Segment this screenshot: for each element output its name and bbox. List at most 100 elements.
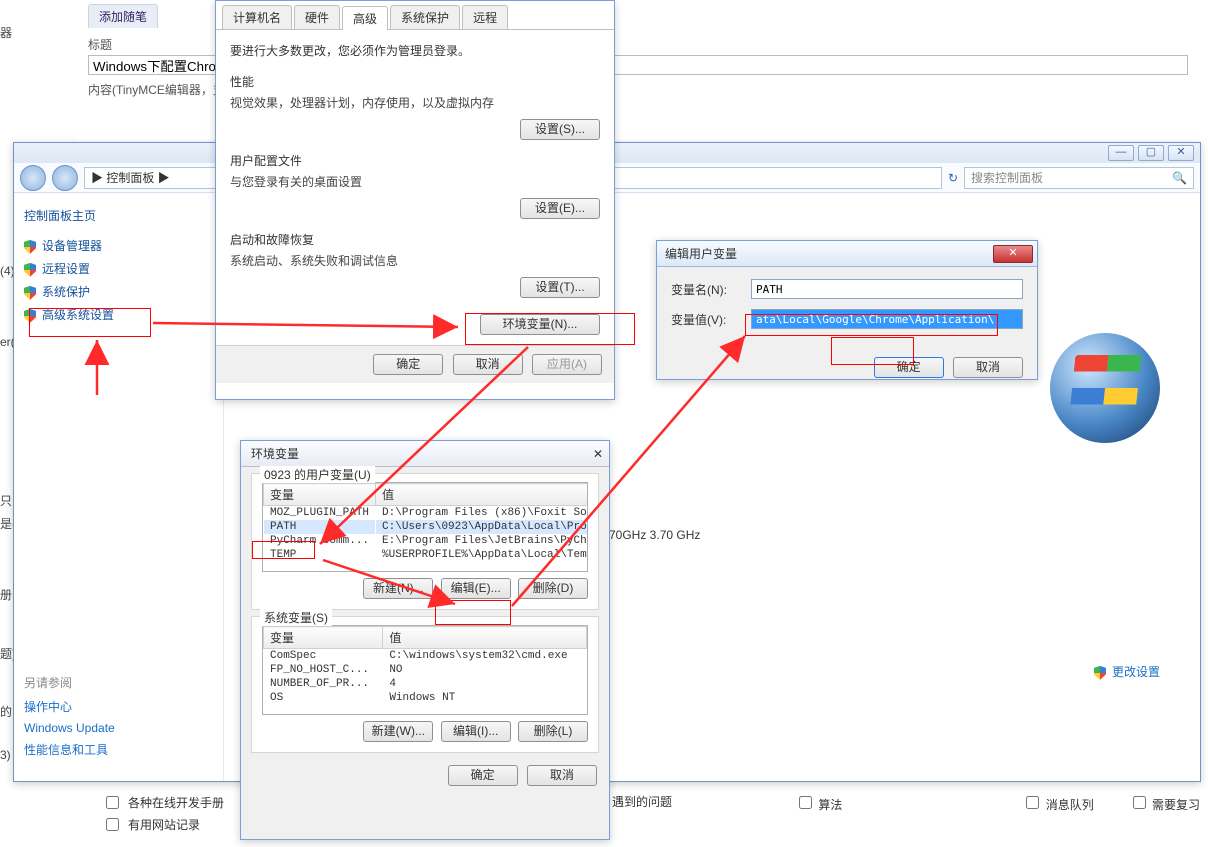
ok-button[interactable]: 确定 xyxy=(448,765,518,786)
edit-sys-var-button[interactable]: 编辑(I)... xyxy=(441,721,511,742)
startup-title: 启动和故障恢复 xyxy=(230,231,600,248)
minimize-button[interactable]: — xyxy=(1108,145,1134,161)
new-user-var-button[interactable]: 新建(N)... xyxy=(363,578,433,599)
close-button[interactable]: ✕ xyxy=(993,245,1033,263)
change-settings-link[interactable]: 更改设置 xyxy=(1094,663,1160,680)
startup-desc: 系统启动、系统失败和调试信息 xyxy=(230,252,600,269)
checkbox[interactable] xyxy=(799,796,812,809)
apply-button[interactable]: 应用(A) xyxy=(532,354,602,375)
back-button[interactable] xyxy=(20,165,46,191)
sidebar-advanced-system-settings[interactable]: 高级系统设置 xyxy=(24,303,213,326)
sidebar-remote-settings[interactable]: 远程设置 xyxy=(24,257,213,280)
edge-text: 只 xyxy=(0,492,12,509)
sec-link-action-center[interactable]: 操作中心 xyxy=(24,695,204,718)
tab-remote[interactable]: 远程 xyxy=(462,5,508,29)
profiles-title: 用户配置文件 xyxy=(230,152,600,169)
delete-sys-var-button[interactable]: 删除(L) xyxy=(518,721,588,742)
var-name-input[interactable] xyxy=(751,279,1023,299)
tab-advanced[interactable]: 高级 xyxy=(342,6,388,30)
cpu-ghz-text: 70GHz 3.70 GHz xyxy=(609,528,700,542)
checkbox-label: 各种在线开发手册 xyxy=(128,794,224,811)
perf-title: 性能 xyxy=(230,73,600,90)
checkbox[interactable] xyxy=(106,818,119,831)
edge-text: 册 xyxy=(0,586,12,603)
shield-icon xyxy=(24,240,36,254)
environment-variables-dialog: 环境变量 ✕ 0923 的用户变量(U) 变量值 MOZ_PLUGIN_PATH… xyxy=(240,440,610,840)
cancel-button[interactable]: 取消 xyxy=(527,765,597,786)
footer-link[interactable]: 消息队列 xyxy=(1022,793,1093,813)
maximize-button[interactable]: ▢ xyxy=(1138,145,1164,161)
tab-computer-name[interactable]: 计算机名 xyxy=(222,5,292,29)
breadcrumb: ▶ 控制面板 ▶ xyxy=(91,169,170,186)
perf-settings-button[interactable]: 设置(S)... xyxy=(520,119,600,140)
edge-text: 3) xyxy=(0,748,11,762)
sidebar: 控制面板主页 设备管理器 远程设置 系统保护 高级系统设置 另请参阅 操作中心 … xyxy=(14,193,224,781)
shield-icon xyxy=(24,263,36,277)
col-var[interactable]: 变量 xyxy=(264,484,376,506)
cancel-button[interactable]: 取消 xyxy=(453,354,523,375)
table-row[interactable]: PATHC:\Users\0923\AppData\Local\Pro... xyxy=(264,520,589,534)
user-vars-list[interactable]: 变量值 MOZ_PLUGIN_PATHD:\Program Files (x86… xyxy=(262,482,588,572)
col-val[interactable]: 值 xyxy=(376,484,588,506)
table-row[interactable]: MOZ_PLUGIN_PATHD:\Program Files (x86)\Fo… xyxy=(264,506,589,521)
profiles-desc: 与您登录有关的桌面设置 xyxy=(230,173,600,190)
cancel-button[interactable]: 取消 xyxy=(953,357,1023,378)
edit-user-variable-dialog: 编辑用户变量 ✕ 变量名(N): 变量值(V): 确定 取消 xyxy=(656,240,1038,380)
table-row[interactable]: NUMBER_OF_PR...4 xyxy=(264,677,587,691)
tabstrip: 计算机名 硬件 高级 系统保护 远程 xyxy=(216,1,614,30)
checkbox-label: 有用网站记录 xyxy=(128,816,200,833)
admin-note: 要进行大多数更改，您必须作为管理员登录。 xyxy=(216,34,614,67)
footer-link[interactable]: 需要复习 xyxy=(1129,793,1200,813)
table-row[interactable]: FP_NO_HOST_C...NO xyxy=(264,663,587,677)
tab-hardware[interactable]: 硬件 xyxy=(294,5,340,29)
perf-desc: 视觉效果，处理器计划，内存使用，以及虚拟内存 xyxy=(230,94,600,111)
tab-system-protection[interactable]: 系统保护 xyxy=(390,5,460,29)
close-button[interactable]: ✕ xyxy=(1168,145,1194,161)
system-properties-dialog: 计算机名 硬件 高级 系统保护 远程 要进行大多数更改，您必须作为管理员登录。 … xyxy=(215,0,615,400)
col-var[interactable]: 变量 xyxy=(264,627,383,649)
sys-vars-group-label: 系统变量(S) xyxy=(260,609,332,626)
checkbox[interactable] xyxy=(1133,796,1146,809)
ok-button[interactable]: 确定 xyxy=(874,357,944,378)
new-sys-var-button[interactable]: 新建(W)... xyxy=(363,721,433,742)
delete-user-var-button[interactable]: 删除(D) xyxy=(518,578,588,599)
edit-user-var-button[interactable]: 编辑(E)... xyxy=(441,578,511,599)
col-val[interactable]: 值 xyxy=(383,627,587,649)
table-row[interactable]: TEMP%USERPROFILE%\AppData\Local\Temp xyxy=(264,548,589,562)
profiles-settings-button[interactable]: 设置(E)... xyxy=(520,198,600,219)
ok-button[interactable]: 确定 xyxy=(373,354,443,375)
windows-logo-icon xyxy=(1050,333,1160,443)
shield-icon xyxy=(1094,666,1106,680)
user-vars-group-label: 0923 的用户变量(U) xyxy=(260,466,375,483)
sidebar-system-protection[interactable]: 系统保护 xyxy=(24,280,213,303)
shield-icon xyxy=(24,286,36,300)
env-variables-button[interactable]: 环境变量(N)... xyxy=(480,314,600,335)
startup-settings-button[interactable]: 设置(T)... xyxy=(520,277,600,298)
footer-text: 遇到的问题 xyxy=(612,793,672,810)
see-also-label: 另请参阅 xyxy=(24,674,204,691)
sidebar-device-manager[interactable]: 设备管理器 xyxy=(24,234,213,257)
checkbox-item[interactable]: 各种在线开发手册 xyxy=(102,793,224,812)
checkbox[interactable] xyxy=(106,796,119,809)
checkbox-item[interactable]: 有用网站记录 xyxy=(102,815,200,834)
refresh-icon[interactable]: ↻ xyxy=(948,171,958,185)
forward-button[interactable] xyxy=(52,165,78,191)
shield-icon xyxy=(24,309,36,323)
table-row[interactable]: ComSpecC:\windows\system32\cmd.exe xyxy=(264,649,587,664)
sec-link-perf-info[interactable]: 性能信息和工具 xyxy=(24,738,204,761)
search-box[interactable]: 搜索控制面板 🔍 xyxy=(964,167,1194,189)
table-row[interactable]: OSWindows NT xyxy=(264,691,587,705)
footer-link[interactable]: 算法 xyxy=(795,793,842,813)
sys-vars-list[interactable]: 变量值 ComSpecC:\windows\system32\cmd.exe F… xyxy=(262,625,588,715)
var-name-label: 变量名(N): xyxy=(671,281,751,298)
dialog-title: 环境变量 xyxy=(251,445,299,462)
dialog-title: 编辑用户变量 xyxy=(665,245,737,262)
var-value-input[interactable] xyxy=(751,309,1023,329)
table-row[interactable]: PyCharm Comm...E:\Program Files\JetBrain… xyxy=(264,534,589,548)
sidebar-heading: 控制面板主页 xyxy=(24,207,213,224)
tab-add-note[interactable]: 添加随笔 xyxy=(88,4,158,28)
sec-link-windows-update[interactable]: Windows Update xyxy=(24,718,204,738)
checkbox[interactable] xyxy=(1026,796,1039,809)
edge-text: 器 xyxy=(0,24,12,41)
close-button[interactable]: ✕ xyxy=(593,447,603,461)
